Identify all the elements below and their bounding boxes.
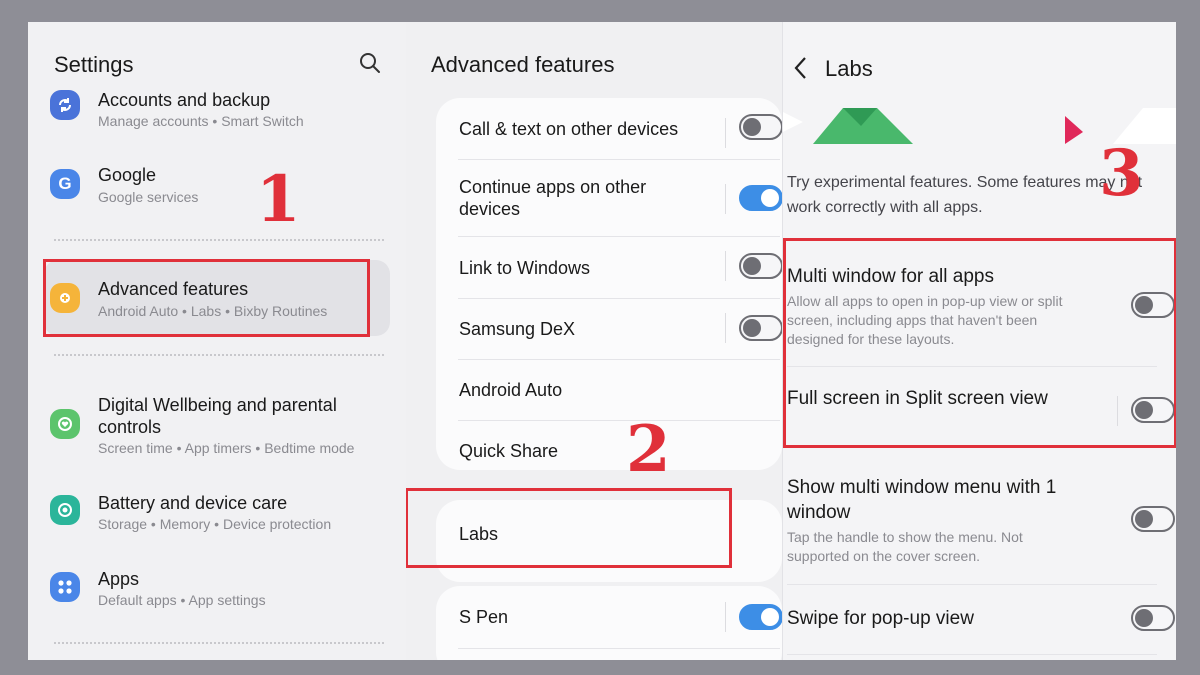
settings-item-sub: Default apps • App settings	[98, 592, 266, 608]
annotation-number-3: 3	[1099, 136, 1144, 211]
divider	[458, 298, 780, 299]
annotation-box-3	[783, 238, 1176, 448]
advanced-item-label: Link to Windows	[459, 258, 591, 278]
advanced-item-label: Android Auto	[459, 380, 563, 400]
settings-item-apps[interactable]: Apps Default apps • App settings	[28, 566, 406, 616]
labs-title: Labs	[825, 56, 873, 81]
divider	[458, 359, 780, 360]
advanced-title: Advanced features	[431, 52, 615, 77]
advanced-item-s-pen[interactable]: S Pen	[458, 605, 778, 635]
settings-title: Settings	[54, 52, 134, 77]
divider	[54, 239, 384, 241]
vertical-divider	[725, 602, 726, 632]
annotation-number-2: 2	[626, 412, 671, 487]
divider	[458, 420, 780, 421]
settings-item-sub: Manage accounts • Smart Switch	[98, 113, 304, 129]
labs-item-label: Show multi window menu with 1 window	[787, 477, 1057, 523]
divider	[54, 354, 384, 356]
labs-item-swipe-popup[interactable]: Swipe for pop-up view	[787, 606, 1167, 636]
advanced-item-label: Call & text on other devices	[459, 119, 679, 139]
vertical-divider	[725, 313, 726, 343]
advanced-item-quick-share[interactable]: Quick Share	[458, 439, 778, 469]
vertical-divider	[725, 184, 726, 214]
google-g-icon: G	[50, 169, 80, 199]
toggle-switch-off[interactable]	[739, 315, 782, 341]
toggle-switch-off[interactable]	[1131, 605, 1175, 631]
toggle-switch-off[interactable]	[1131, 506, 1175, 532]
divider	[458, 159, 780, 160]
divider	[458, 648, 780, 649]
toggle-switch-on[interactable]	[739, 604, 782, 630]
labs-item-show-multi-window-menu[interactable]: Show multi window menu with 1 window Tap…	[787, 475, 1167, 564]
advanced-item-label: Samsung DeX	[459, 319, 576, 339]
device-care-icon	[50, 495, 80, 525]
advanced-item-samsung-dex[interactable]: Samsung DeX	[458, 317, 778, 347]
advanced-item-android-auto[interactable]: Android Auto	[458, 378, 778, 408]
advanced-item-label: Continue apps on other devices	[459, 177, 647, 219]
screenshot-frame: Settings Accounts and backup Manage acco…	[28, 22, 1176, 660]
settings-item-battery-device-care[interactable]: Battery and device care Storage • Memory…	[28, 490, 406, 540]
annotation-box-2	[406, 488, 732, 568]
settings-panel: Settings Accounts and backup Manage acco…	[28, 22, 406, 660]
annotation-number-1: 1	[256, 162, 301, 237]
sync-icon	[50, 90, 80, 120]
toggle-switch-on[interactable]	[739, 185, 782, 211]
back-arrow-icon[interactable]	[793, 56, 809, 80]
labs-item-sub: Tap the handle to show the menu. Not sup…	[787, 529, 1023, 564]
divider	[787, 654, 1157, 655]
settings-item-sub: Google services	[98, 189, 199, 205]
divider	[458, 236, 780, 237]
divider	[787, 584, 1157, 585]
advanced-features-panel: Advanced features Call & text on other d…	[406, 22, 782, 660]
settings-item-accounts[interactable]: Accounts and backup Manage accounts • Sm…	[28, 86, 406, 132]
labs-panel: Labs Try experimental features. Some fea…	[782, 22, 1176, 660]
labs-item-label: Swipe for pop-up view	[787, 608, 974, 629]
divider	[54, 642, 384, 644]
advanced-item-continue-apps[interactable]: Continue apps on other devices	[458, 174, 778, 222]
settings-item-sub: Storage • Memory • Device protection	[98, 516, 332, 532]
advanced-item-label: S Pen	[459, 607, 509, 627]
wellbeing-icon	[50, 409, 80, 439]
apps-grid-icon	[50, 572, 80, 602]
vertical-divider	[725, 251, 726, 281]
settings-item-sub: Screen time • App timers • Bedtime mode	[98, 440, 355, 456]
settings-item-google[interactable]: G Google Google services	[28, 162, 406, 212]
settings-item-label: Battery and device care	[98, 493, 288, 513]
vertical-divider	[725, 118, 726, 148]
search-icon[interactable]	[359, 52, 381, 74]
settings-item-label: Accounts and backup	[98, 90, 271, 110]
annotation-box-1	[43, 259, 370, 337]
toggle-switch-off[interactable]	[739, 253, 782, 279]
settings-item-label: Google	[98, 165, 157, 185]
advanced-item-call-text[interactable]: Call & text on other devices	[458, 116, 778, 152]
settings-item-label: Apps	[98, 569, 140, 589]
advanced-item-link-to-windows[interactable]: Link to Windows	[458, 256, 778, 286]
settings-item-label: Digital Wellbeing and parental controls	[98, 395, 337, 437]
toggle-switch-off[interactable]	[739, 114, 782, 140]
settings-item-digital-wellbeing[interactable]: Digital Wellbeing and parental controls …	[28, 392, 406, 462]
